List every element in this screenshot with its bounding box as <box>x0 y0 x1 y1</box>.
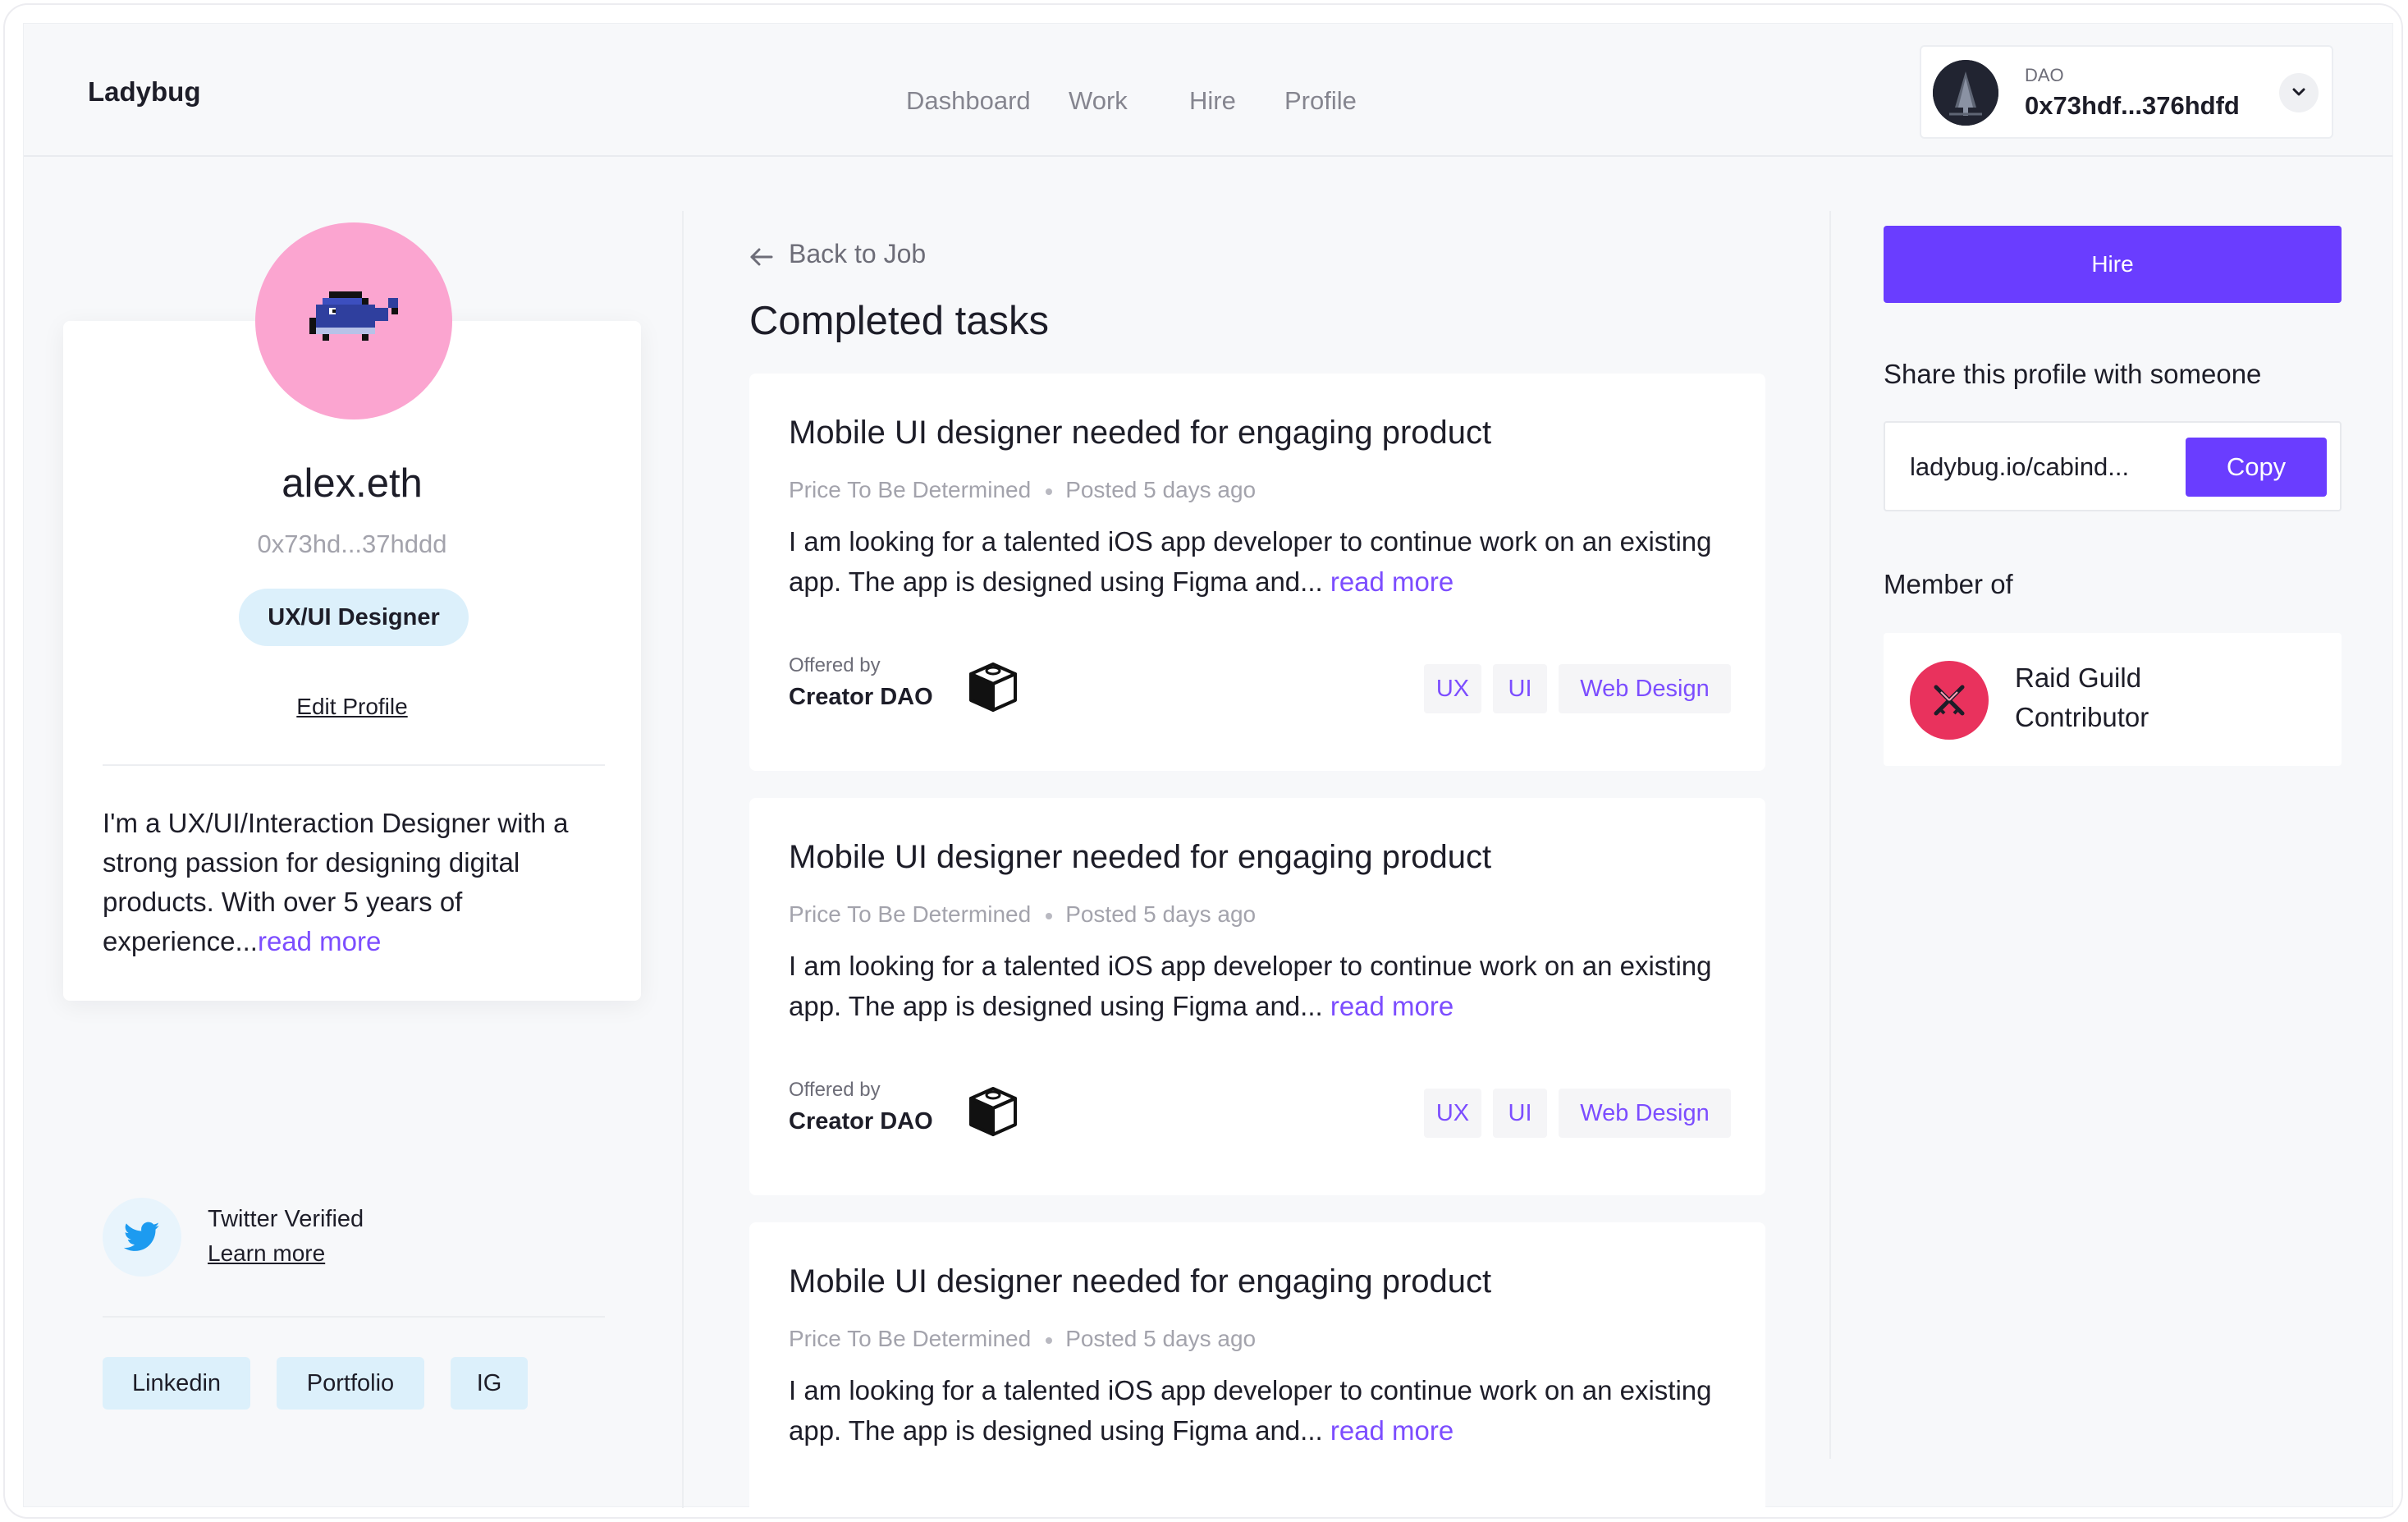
nav-profile[interactable]: Profile <box>1284 86 1357 116</box>
offered-by-name[interactable]: Creator DAO <box>789 684 933 711</box>
copy-button[interactable]: Copy <box>2186 438 2327 497</box>
task-price: Price To Be Determined <box>789 1326 1032 1351</box>
task-read-more-link[interactable]: read more <box>1323 566 1453 597</box>
task-read-more-link[interactable]: read more <box>1323 991 1453 1021</box>
separator-dot <box>1046 488 1053 495</box>
divider <box>103 1316 605 1318</box>
task-meta: Price To Be Determined Posted 5 days ago <box>789 1326 1256 1352</box>
divider <box>103 764 605 766</box>
offered-by-label: Offered by <box>789 1079 881 1101</box>
guild-name: Raid Guild <box>2015 662 2142 693</box>
tag-ux[interactable]: UX <box>1424 664 1481 713</box>
task-meta: Price To Be Determined Posted 5 days ago <box>789 901 1256 928</box>
guild-role: Contributor <box>2015 702 2149 732</box>
top-bar: Ladybug Dashboard Work Hire Profile DAO … <box>24 24 2392 157</box>
task-title[interactable]: Mobile UI designer needed for engaging p… <box>789 1263 1491 1300</box>
learn-more-link[interactable]: Learn more <box>208 1240 325 1267</box>
twitter-icon <box>103 1198 181 1277</box>
task-description-text: I am looking for a talented iOS app deve… <box>789 951 1712 1021</box>
offered-by-name[interactable]: Creator DAO <box>789 1108 933 1135</box>
nav-hire[interactable]: Hire <box>1189 86 1243 116</box>
share-url[interactable]: ladybug.io/cabind... <box>1910 452 2129 482</box>
separator-dot <box>1046 1336 1053 1344</box>
offered-by-label: Offered by <box>789 654 881 676</box>
task-read-more-link[interactable]: read more <box>1323 1415 1453 1446</box>
task-description-text: I am looking for a talented iOS app deve… <box>789 526 1712 597</box>
tag-web-design[interactable]: Web Design <box>1559 1089 1731 1138</box>
guild-card[interactable]: Raid Guild Contributor <box>1884 633 2342 766</box>
cube-icon <box>969 1087 1017 1136</box>
app-logo[interactable]: Ladybug <box>88 76 201 108</box>
wallet-type-label: DAO <box>2025 65 2064 85</box>
whale-avatar-icon <box>309 291 398 341</box>
bio-read-more-link[interactable]: read more <box>258 926 381 956</box>
nav-work[interactable]: Work <box>1069 86 1148 116</box>
edit-profile-link[interactable]: Edit Profile <box>24 694 680 720</box>
task-card[interactable]: Mobile UI designer needed for engaging p… <box>749 374 1765 771</box>
task-description-text: I am looking for a talented iOS app deve… <box>789 1375 1712 1446</box>
task-price: Price To Be Determined <box>789 901 1032 927</box>
wallet-address: 0x73hdf...376hdfd <box>2025 91 2240 120</box>
arrow-left-icon <box>750 248 773 266</box>
member-of-heading: Member of <box>1884 569 2013 599</box>
task-posted: Posted 5 days ago <box>1065 477 1257 502</box>
profile-address: 0x73hd...37hddd <box>257 529 447 558</box>
main-nav: Dashboard Work Hire Profile <box>906 86 1357 116</box>
task-title[interactable]: Mobile UI designer needed for engaging p… <box>789 415 1491 452</box>
chevron-down-icon[interactable] <box>2279 73 2319 112</box>
task-description: I am looking for a talented iOS app deve… <box>789 1370 1741 1451</box>
app: Ladybug Dashboard Work Hire Profile DAO … <box>23 23 2393 1517</box>
task-description: I am looking for a talented iOS app deve… <box>789 521 1741 602</box>
task-price: Price To Be Determined <box>789 477 1032 502</box>
cube-icon <box>969 662 1017 712</box>
profile-bio: I'm a UX/UI/Interaction Designer with a … <box>103 804 611 961</box>
hire-button[interactable]: Hire <box>1884 226 2342 303</box>
social-link-ig[interactable]: IG <box>451 1357 528 1410</box>
profile-avatar <box>255 222 452 419</box>
wallet-selector[interactable]: DAO 0x73hdf...376hdfd <box>1920 45 2333 139</box>
tag-ui[interactable]: UI <box>1493 664 1547 713</box>
column-divider <box>682 211 684 1508</box>
task-meta: Price To Be Determined Posted 5 days ago <box>789 477 1256 503</box>
profile-name: alex.eth <box>282 461 423 506</box>
back-label: Back to Job <box>789 239 927 268</box>
verification-label: Twitter Verified <box>208 1206 364 1232</box>
social-link-portfolio[interactable]: Portfolio <box>277 1357 424 1410</box>
share-heading: Share this profile with someone <box>1884 359 2262 389</box>
edit-profile-label: Edit Profile <box>296 694 408 719</box>
raid-guild-swords-icon <box>1910 661 1989 740</box>
tag-ux[interactable]: UX <box>1424 1089 1481 1138</box>
role-badge: UX/UI Designer <box>239 589 469 646</box>
task-posted: Posted 5 days ago <box>1065 1326 1257 1351</box>
tag-web-design[interactable]: Web Design <box>1559 664 1731 713</box>
share-field: ladybug.io/cabind... Copy <box>1884 421 2342 511</box>
tag-ui[interactable]: UI <box>1493 1089 1547 1138</box>
social-link-linkedin[interactable]: Linkedin <box>103 1357 250 1410</box>
separator-dot <box>1046 912 1053 919</box>
task-card[interactable]: Mobile UI designer needed for engaging p… <box>749 798 1765 1195</box>
nav-dashboard[interactable]: Dashboard <box>906 86 1031 116</box>
tree-avatar-icon <box>1933 60 1998 126</box>
task-title[interactable]: Mobile UI designer needed for engaging p… <box>789 839 1491 876</box>
page-title: Completed tasks <box>749 299 1049 343</box>
column-divider <box>1829 211 1831 1459</box>
window-frame: Ladybug Dashboard Work Hire Profile DAO … <box>3 3 2403 1519</box>
task-description: I am looking for a talented iOS app deve… <box>789 946 1741 1026</box>
task-card[interactable]: Mobile UI designer needed for engaging p… <box>749 1222 1765 1517</box>
task-posted: Posted 5 days ago <box>1065 901 1257 927</box>
